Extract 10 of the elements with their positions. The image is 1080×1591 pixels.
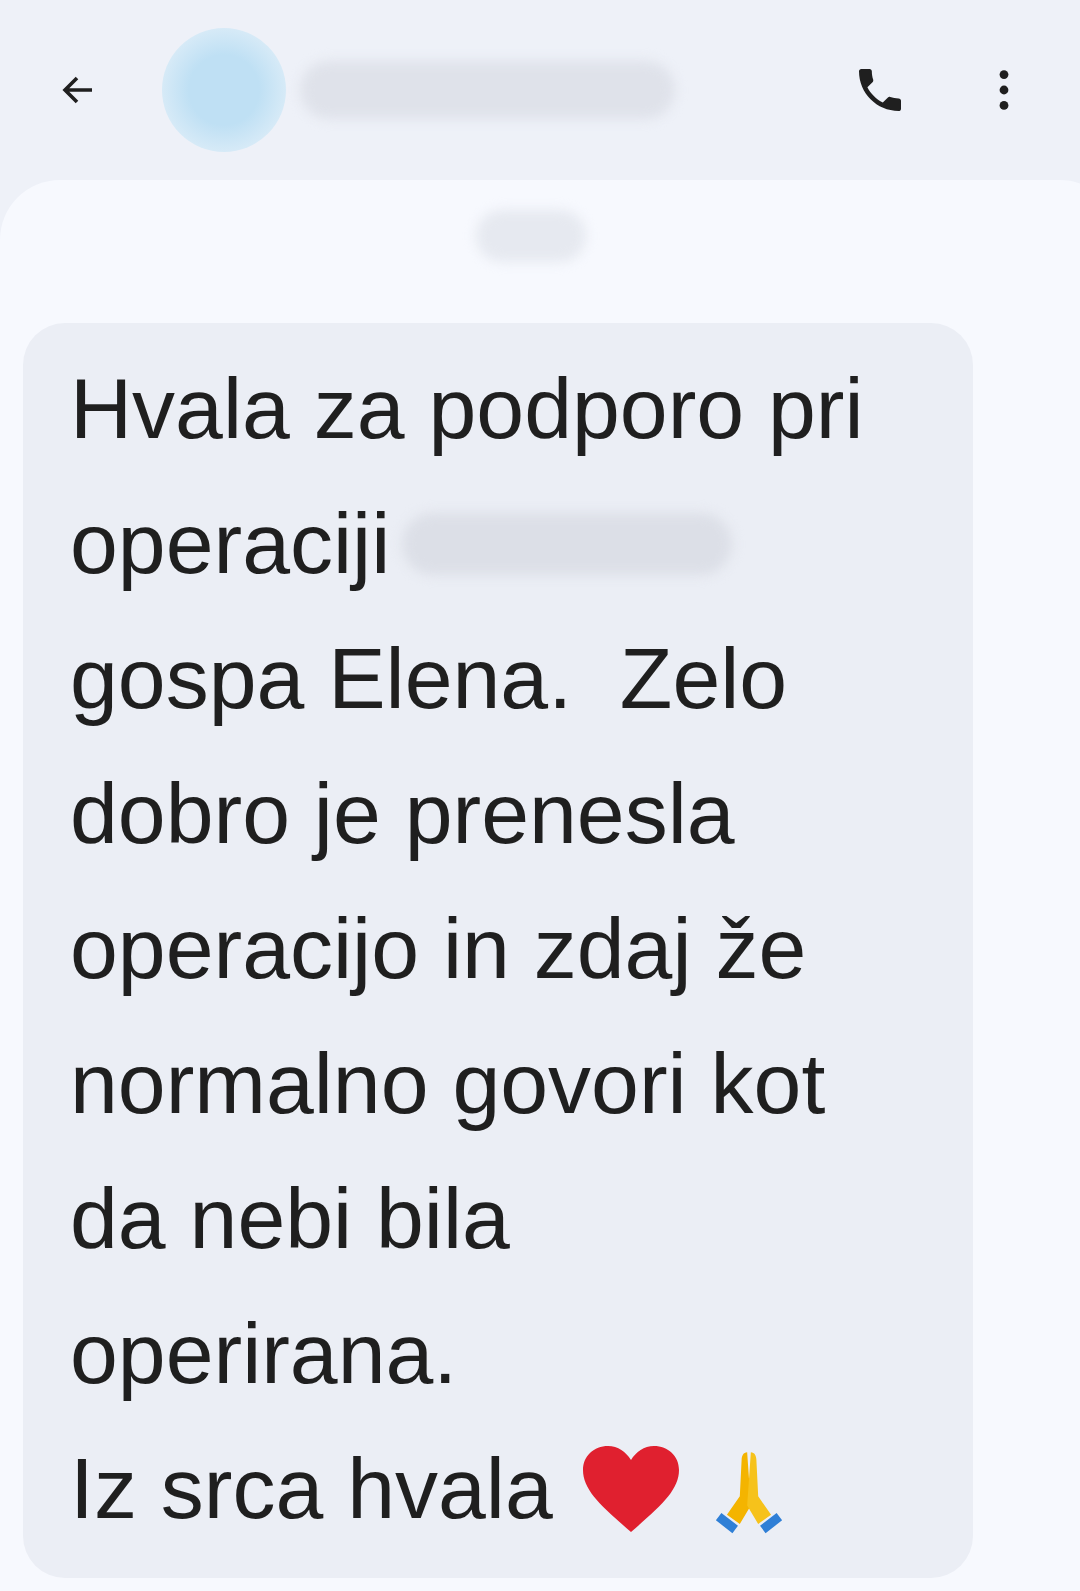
message-text: dobro je prenesla: [70, 764, 735, 863]
message-text: da nebi bila: [70, 1169, 510, 1268]
message-text: Iz srca hvala: [70, 1439, 553, 1538]
message-text: operacijo in zdaj že: [70, 899, 807, 998]
more-options-icon[interactable]: [998, 68, 1010, 112]
message-text: operirana.: [70, 1304, 458, 1403]
message-text: operaciji: [70, 494, 391, 593]
message-text: Hvala za podporo pri: [70, 359, 864, 458]
message-text: gospa Elena. Zelo: [70, 629, 788, 728]
message-text: normalno govori kot: [70, 1034, 826, 1133]
